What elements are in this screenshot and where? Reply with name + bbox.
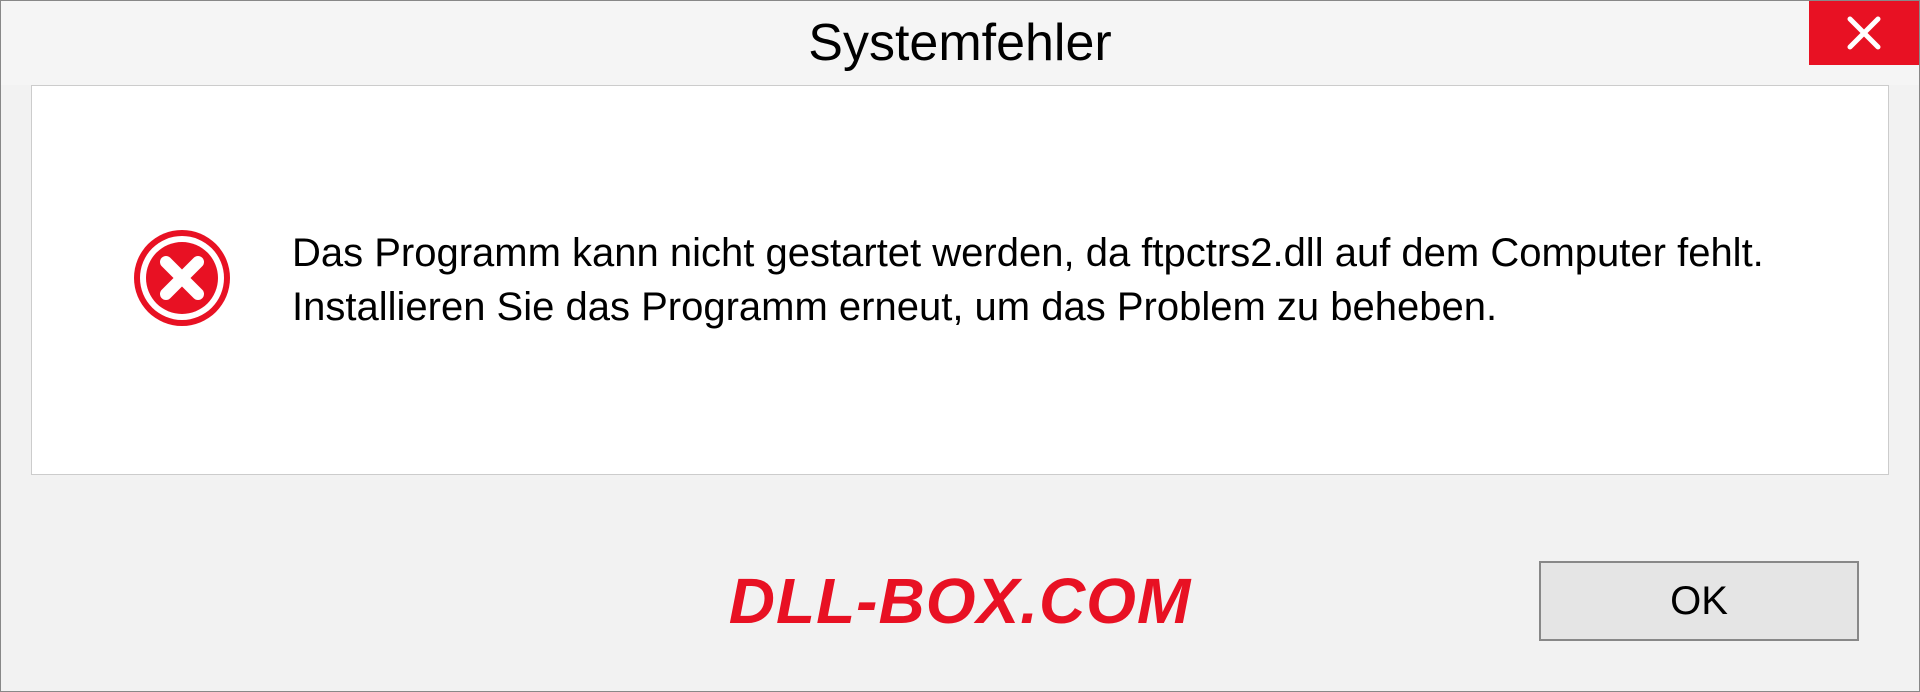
error-dialog: Systemfehler Das Programm kann nicht ges…: [0, 0, 1920, 692]
close-icon: [1844, 13, 1884, 53]
error-message: Das Programm kann nicht gestartet werden…: [292, 226, 1828, 334]
watermark-text: DLL-BOX.COM: [729, 564, 1192, 638]
close-button[interactable]: [1809, 1, 1919, 65]
error-icon: [132, 228, 232, 333]
ok-button[interactable]: OK: [1539, 561, 1859, 641]
message-panel: Das Programm kann nicht gestartet werden…: [31, 85, 1889, 475]
footer: DLL-BOX.COM OK: [1, 511, 1919, 691]
content-area: Das Programm kann nicht gestartet werden…: [1, 85, 1919, 511]
title-bar: Systemfehler: [1, 1, 1919, 85]
dialog-title: Systemfehler: [808, 13, 1111, 73]
